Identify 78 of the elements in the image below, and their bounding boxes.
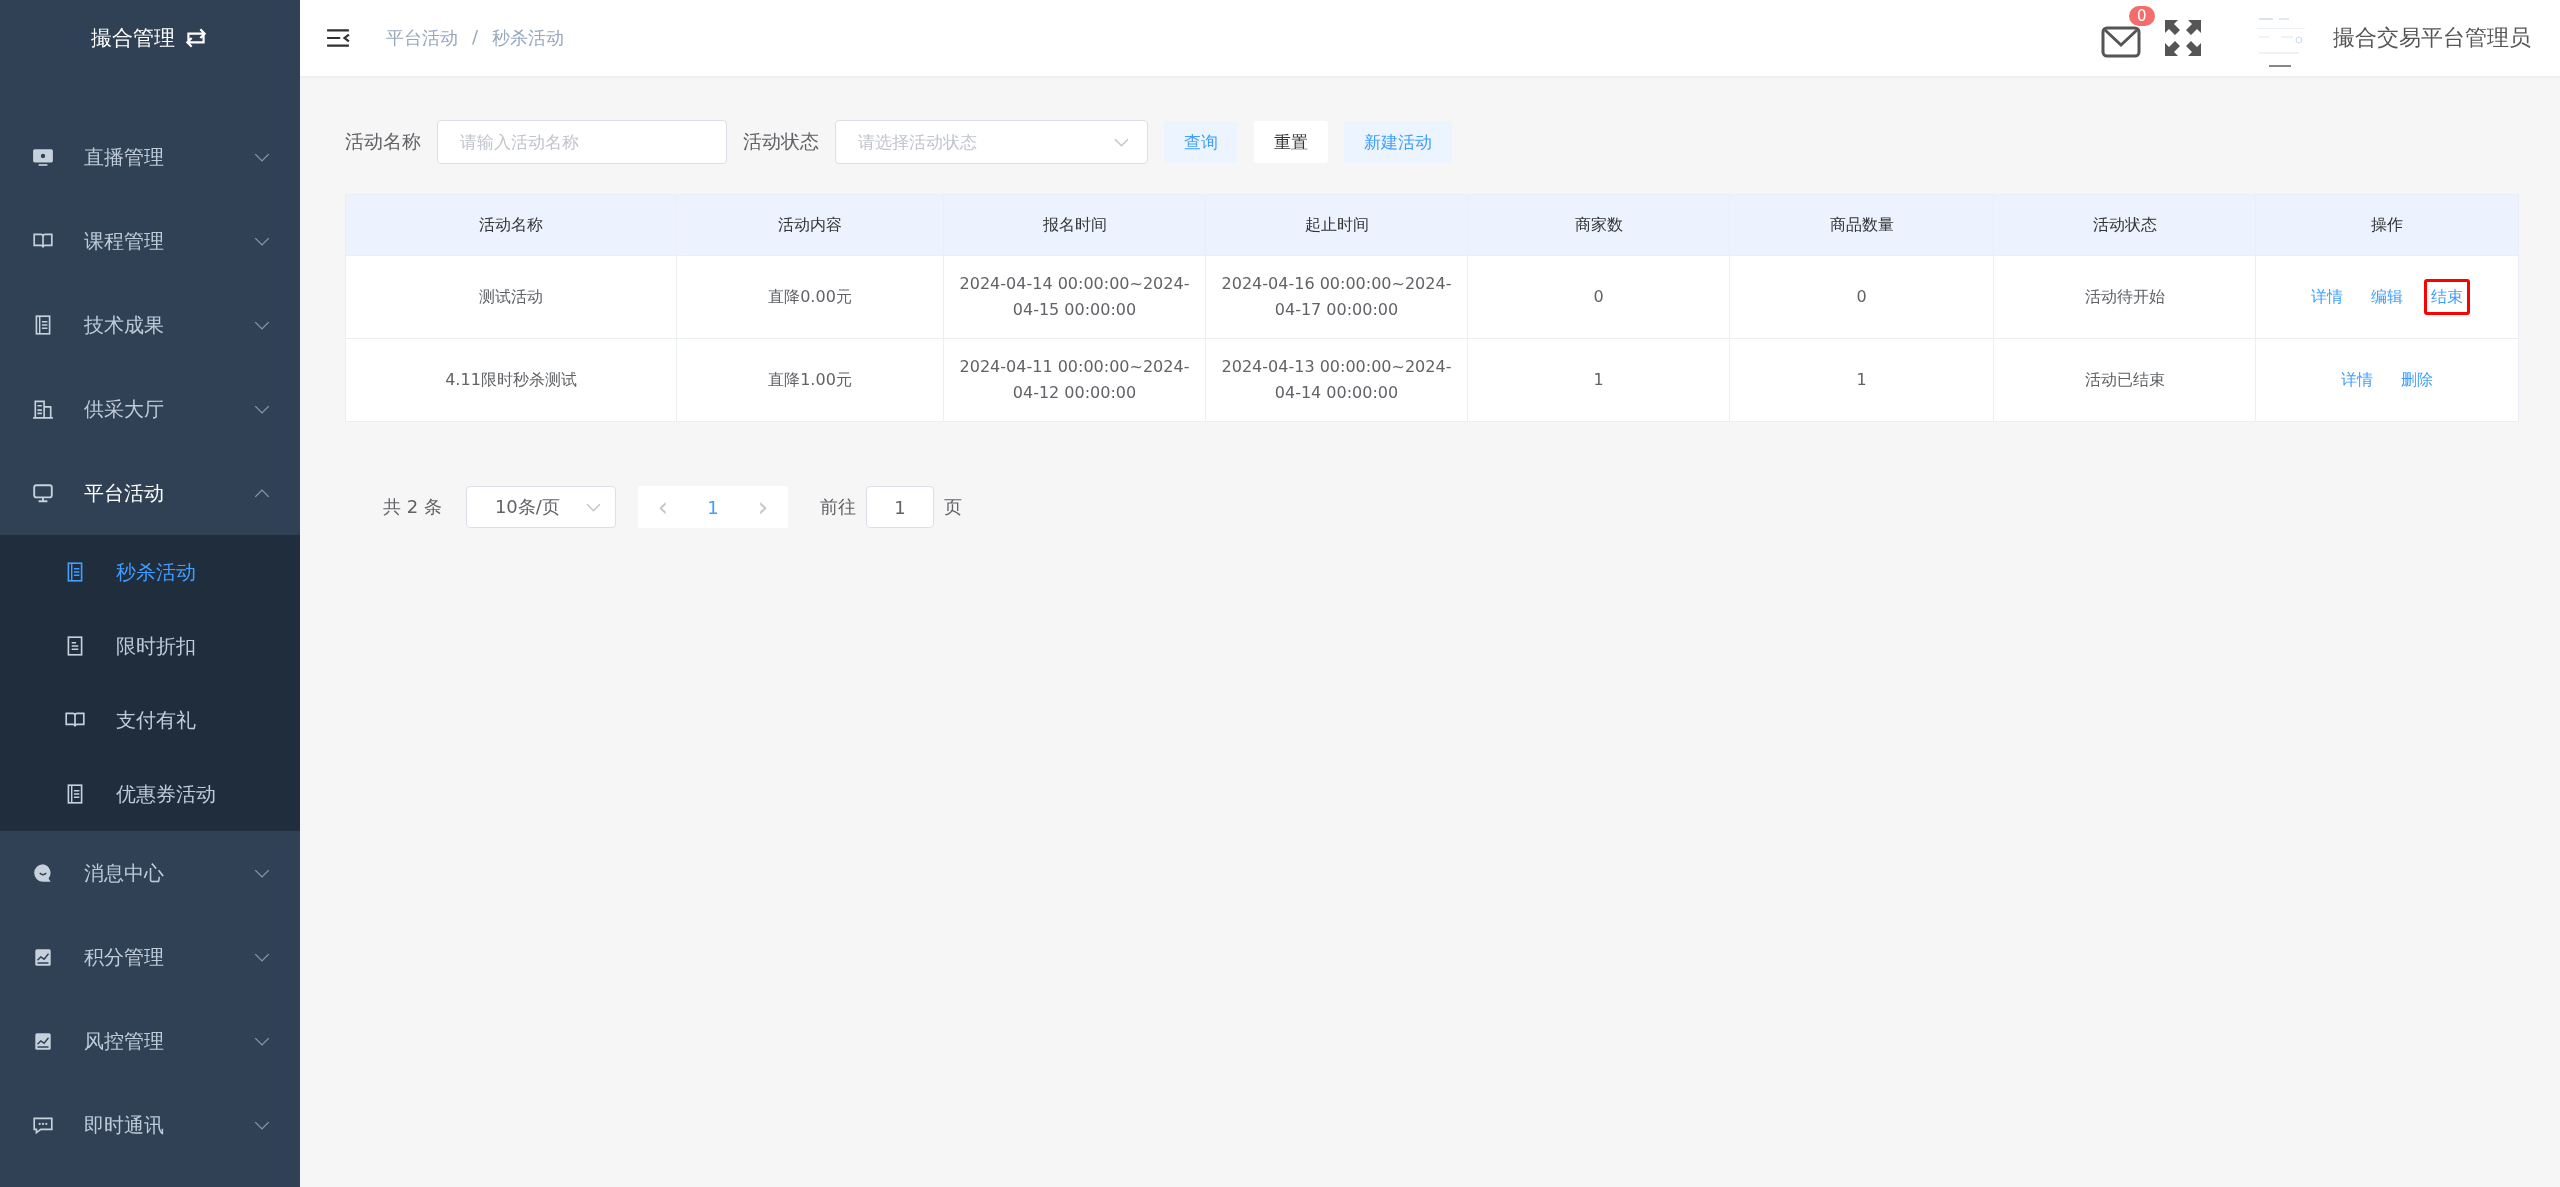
chevron-icon	[254, 236, 270, 246]
total-count: 共 2 条	[383, 495, 442, 519]
sidebar-item[interactable]: 消息中心	[0, 831, 300, 915]
chevron-icon	[254, 1036, 270, 1046]
table-cell: 2024-04-13 00:00:00~2024-04-14 00:00:00	[1205, 339, 1467, 421]
sidebar-item[interactable]: 平台活动	[0, 451, 300, 535]
sidebar-item[interactable]: 风控管理	[0, 999, 300, 1083]
swap-icon[interactable]	[183, 27, 209, 49]
menu-label: 课程管理	[84, 227, 165, 255]
menu-label: 供采大厅	[84, 395, 165, 423]
submenu-item[interactable]: 限时折扣	[0, 609, 300, 683]
notification-badge: 0	[2129, 6, 2155, 26]
page-suffix: 页	[943, 495, 962, 519]
table-cell: 直降1.00元	[676, 339, 943, 421]
chevron-icon	[254, 320, 270, 330]
breadcrumb-separator: /	[472, 26, 479, 49]
table-cell-text: 测试活动	[478, 286, 544, 309]
table-cell: 2024-04-14 00:00:00~2024-04-15 00:00:00	[943, 256, 1205, 338]
column-header: 起止时间	[1205, 195, 1467, 255]
fullscreen-icon[interactable]	[2163, 18, 2203, 58]
menu-label: 积分管理	[84, 943, 165, 971]
submenu-item[interactable]: 支付有礼	[0, 683, 300, 757]
building-icon	[32, 398, 54, 420]
sidebar-item[interactable]: 即时通讯	[0, 1083, 300, 1167]
chevron-icon	[254, 1120, 270, 1130]
mail-icon[interactable]	[2101, 26, 2141, 58]
input-field[interactable]: 请输入活动名称	[437, 120, 727, 164]
chevron-icon	[254, 152, 270, 162]
sidebar-item[interactable]: 技术成果	[0, 283, 300, 367]
sidebar-item[interactable]: 积分管理	[0, 915, 300, 999]
submenu-item[interactable]: 优惠券活动	[0, 757, 300, 831]
sidebar-item[interactable]: 直播管理	[0, 115, 300, 199]
monitor-icon	[32, 146, 54, 168]
app-title: 撮合管理	[91, 25, 175, 52]
column-header: 活动状态	[1993, 195, 2255, 255]
menu-label: 消息中心	[84, 859, 165, 887]
menu-label: 技术成果	[84, 311, 165, 339]
column-header: 活动内容	[676, 195, 943, 255]
table-cell: 2024-04-11 00:00:00~2024-04-12 00:00:00	[943, 339, 1205, 421]
screen-icon	[32, 482, 54, 504]
chevron-icon	[254, 868, 270, 878]
column-header: 商家数	[1467, 195, 1729, 255]
column-header: 活动名称	[478, 214, 544, 237]
filter-label: 活动状态	[743, 129, 819, 154]
page-size-select[interactable]: 10条/页	[465, 486, 616, 528]
user-name[interactable]: 撮合交易平台管理员	[2333, 23, 2531, 53]
table-cell-text: 4.11限时秒杀测试	[444, 369, 578, 392]
menu-icon[interactable]	[326, 28, 350, 48]
breadcrumb-item: 秒杀活动	[492, 26, 565, 50]
chart-icon	[32, 946, 54, 968]
filter-label: 活动名称	[345, 129, 421, 154]
table-cell: 2024-04-16 00:00:00~2024-04-17 00:00:00	[1205, 256, 1467, 338]
sidebar-item[interactable]: 课程管理	[0, 199, 300, 283]
chevron-icon	[254, 404, 270, 414]
table-cell: 1	[1729, 339, 1993, 421]
menu-label: 即时通讯	[84, 1111, 165, 1139]
page-input[interactable]: 1	[865, 486, 934, 528]
submenu-item[interactable]: 秒杀活动	[0, 535, 300, 609]
table-cell: 0	[1729, 256, 1993, 338]
sidebar-item[interactable]: 供采大厅	[0, 367, 300, 451]
caret-icon	[585, 502, 601, 512]
chart-icon	[32, 1030, 54, 1052]
reset-button[interactable]: 重置	[1254, 121, 1328, 163]
chevron-icon	[254, 952, 270, 962]
table-cell: 0	[1467, 256, 1729, 338]
column-header: 报名时间	[943, 195, 1205, 255]
column-header: 商品数量	[1729, 195, 1993, 255]
table-cell: 1	[1467, 339, 1729, 421]
menu-label: 平台活动	[84, 479, 165, 507]
chevron-icon	[254, 488, 270, 498]
table-cell: 活动已结束	[1993, 339, 2255, 421]
menu-label: 风控管理	[84, 1027, 165, 1055]
goto-label: 前往	[819, 495, 856, 519]
column-header: 操作	[2255, 195, 2518, 255]
menu-label: 直播管理	[84, 143, 165, 171]
table-cell: 直降0.00元	[676, 256, 943, 338]
table-cell: 活动待开始	[1993, 256, 2255, 338]
caret-icon	[1114, 137, 1129, 147]
